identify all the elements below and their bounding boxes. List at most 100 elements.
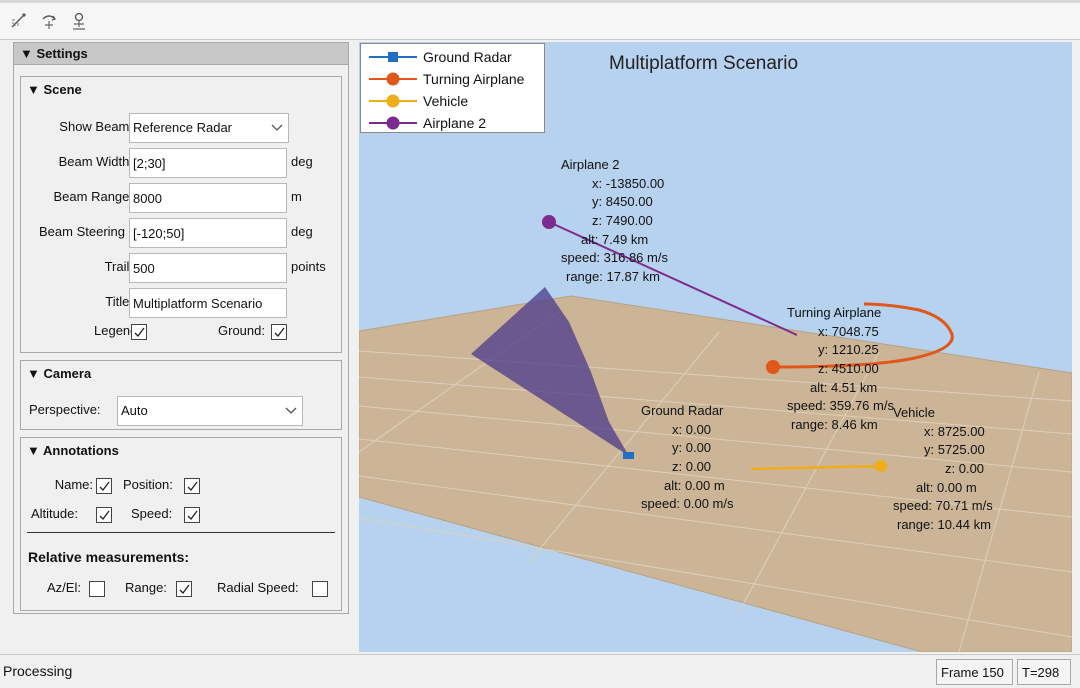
annotation-range: range: 10.44 km [897,517,991,533]
annotations-group: ▼ Annotations Name: Position: Altitude: … [20,437,342,611]
annotation-z: z: 0.00 [672,459,712,475]
azel-label: Az/El: [47,580,81,595]
annotation-z: z: 4510.00 [818,361,879,377]
annotation-name: Vehicle [893,405,935,420]
legend-label: Vehicle [423,93,469,109]
azel-checkbox[interactable] [89,581,105,597]
show-beam-dropdown[interactable]: Reference Radar [129,113,289,143]
plot-legend[interactable]: Ground Radar Turning Airplane Vehicle Ai… [360,43,545,133]
radial-speed-checkbox[interactable] [312,581,328,597]
annotation-y: y: 0.00 [672,440,712,456]
legend-item-airplane2: Airplane 2 [365,113,543,133]
beam-width-input[interactable] [129,148,287,178]
annotation-name: Airplane 2 [561,157,620,172]
name-label: Name: [54,477,93,492]
checkmark-icon [179,584,190,594]
plot-title: Multiplatform Scenario [609,53,799,74]
annotation-z: z: 0.00 [945,461,985,477]
altitude-checkbox[interactable] [96,507,112,523]
beam-steering-input[interactable] [129,218,287,248]
name-checkbox[interactable] [96,478,112,494]
position-label: Position: [123,477,173,492]
vehicle-marker [875,460,887,472]
frame-counter: Frame 150 [936,659,1013,685]
beam-range-input[interactable] [129,183,287,213]
position-checkbox[interactable] [184,478,200,494]
circle-marker-icon [369,72,417,86]
show-beam-label: Show Beam: [59,119,133,134]
annotation-x: x: 0.00 [672,421,712,437]
annotation-y: y: 8450.00 [592,194,653,210]
checkmark-icon [99,481,110,491]
checkmark-icon [187,510,198,520]
legend-checkbox[interactable] [131,324,147,340]
annotation-speed: speed: 0.00 m/s [641,496,734,512]
turning-airplane-marker [766,360,780,374]
edit-pan-icon[interactable] [8,10,30,32]
annotation-x: x: 7048.75 [818,323,879,339]
annotation-alt: alt: 0.00 m [664,477,725,493]
range-checkbox[interactable] [176,581,192,597]
title-input[interactable] [129,288,287,318]
time-counter: T=298 [1017,659,1071,685]
turning-airplane-annotation: Turning Airplane x: 7048.75 y: 1210.25 z… [787,304,894,435]
airplane2-annotation: Airplane 2 x: -13850.00 y: 8450.00 z: 74… [561,156,668,287]
perspective-dropdown[interactable]: Auto [117,396,303,426]
legend-item-ground-radar: Ground Radar [365,47,543,67]
scene-canvas [359,215,1072,652]
checkmark-icon [187,481,198,491]
ground-radar-marker [623,452,634,459]
annotation-y: y: 5725.00 [924,442,985,458]
relative-measurements-title: Relative measurements: [28,549,190,565]
annotation-range: range: 8.46 km [791,417,878,433]
app-window: ▼ Settings ▼ Scene Show Beam: Reference … [0,0,1080,688]
legend-item-vehicle: Vehicle [365,91,543,111]
settings-panel: ▼ Settings ▼ Scene Show Beam: Reference … [13,42,349,614]
toolbar [0,0,1080,40]
beam-steering-unit: deg [291,224,313,239]
perspective-label: Perspective: [29,402,101,417]
speed-checkbox[interactable] [184,507,200,523]
scenario-plot[interactable]: Ground Radar Turning Airplane Vehicle Ai… [359,42,1072,652]
ground-radar-annotation: Ground Radar x: 0.00 y: 0.00 z: 0.00 alt… [641,402,734,514]
annotations-group-title[interactable]: ▼ Annotations [27,443,119,458]
airplane2-marker [542,215,556,229]
legend-label: Ground Radar [423,49,512,65]
chevron-down-icon [280,397,302,425]
ground-checkbox[interactable] [271,324,287,340]
radial-speed-label: Radial Speed: [217,580,299,595]
scene-group-title[interactable]: ▼ Scene [27,82,82,97]
beam-range-label: Beam Range: [53,189,134,204]
status-text: Processing [3,663,73,679]
annotation-alt: alt: 7.49 km [581,231,649,247]
beam-range-unit: m [291,189,302,204]
camera-group-title[interactable]: ▼ Camera [27,366,91,381]
chevron-down-icon [266,114,288,142]
legend-label: Airplane 2 [423,115,487,131]
ground-label: Ground: [218,323,265,338]
annotation-x: x: 8725.00 [924,423,985,439]
trail-input[interactable] [129,253,287,283]
checkmark-icon [99,510,110,520]
vehicle-annotation: Vehicle x: 8725.00 y: 5725.00 z: 0.00 al… [893,404,993,535]
annotation-speed: speed: 359.76 m/s [787,398,894,414]
checkmark-icon [274,327,285,337]
rotate-icon[interactable] [38,10,60,32]
annotation-y: y: 1210.25 [818,342,879,358]
settings-header[interactable]: ▼ Settings [14,43,348,65]
legend-item-turning-airplane: Turning Airplane [365,69,543,89]
annotation-speed: speed: 70.71 m/s [893,498,993,514]
perspective-value: Auto [121,403,148,418]
annotation-alt: alt: 4.51 km [810,379,878,395]
scene-group: ▼ Scene Show Beam: Reference Radar Beam … [20,76,342,353]
annotation-x: x: -13850.00 [592,175,665,191]
annotation-name: Turning Airplane [787,305,882,320]
beam-width-label: Beam Width: [58,154,133,169]
annotation-z: z: 7490.00 [592,213,653,229]
separator [27,532,335,533]
zoom-icon[interactable] [68,10,90,32]
altitude-label: Altitude: [31,506,78,521]
annotation-speed: speed: 316.86 m/s [561,250,668,266]
annotation-range: range: 17.87 km [566,269,660,285]
status-bar: Processing Frame 150 T=298 [0,654,1080,688]
